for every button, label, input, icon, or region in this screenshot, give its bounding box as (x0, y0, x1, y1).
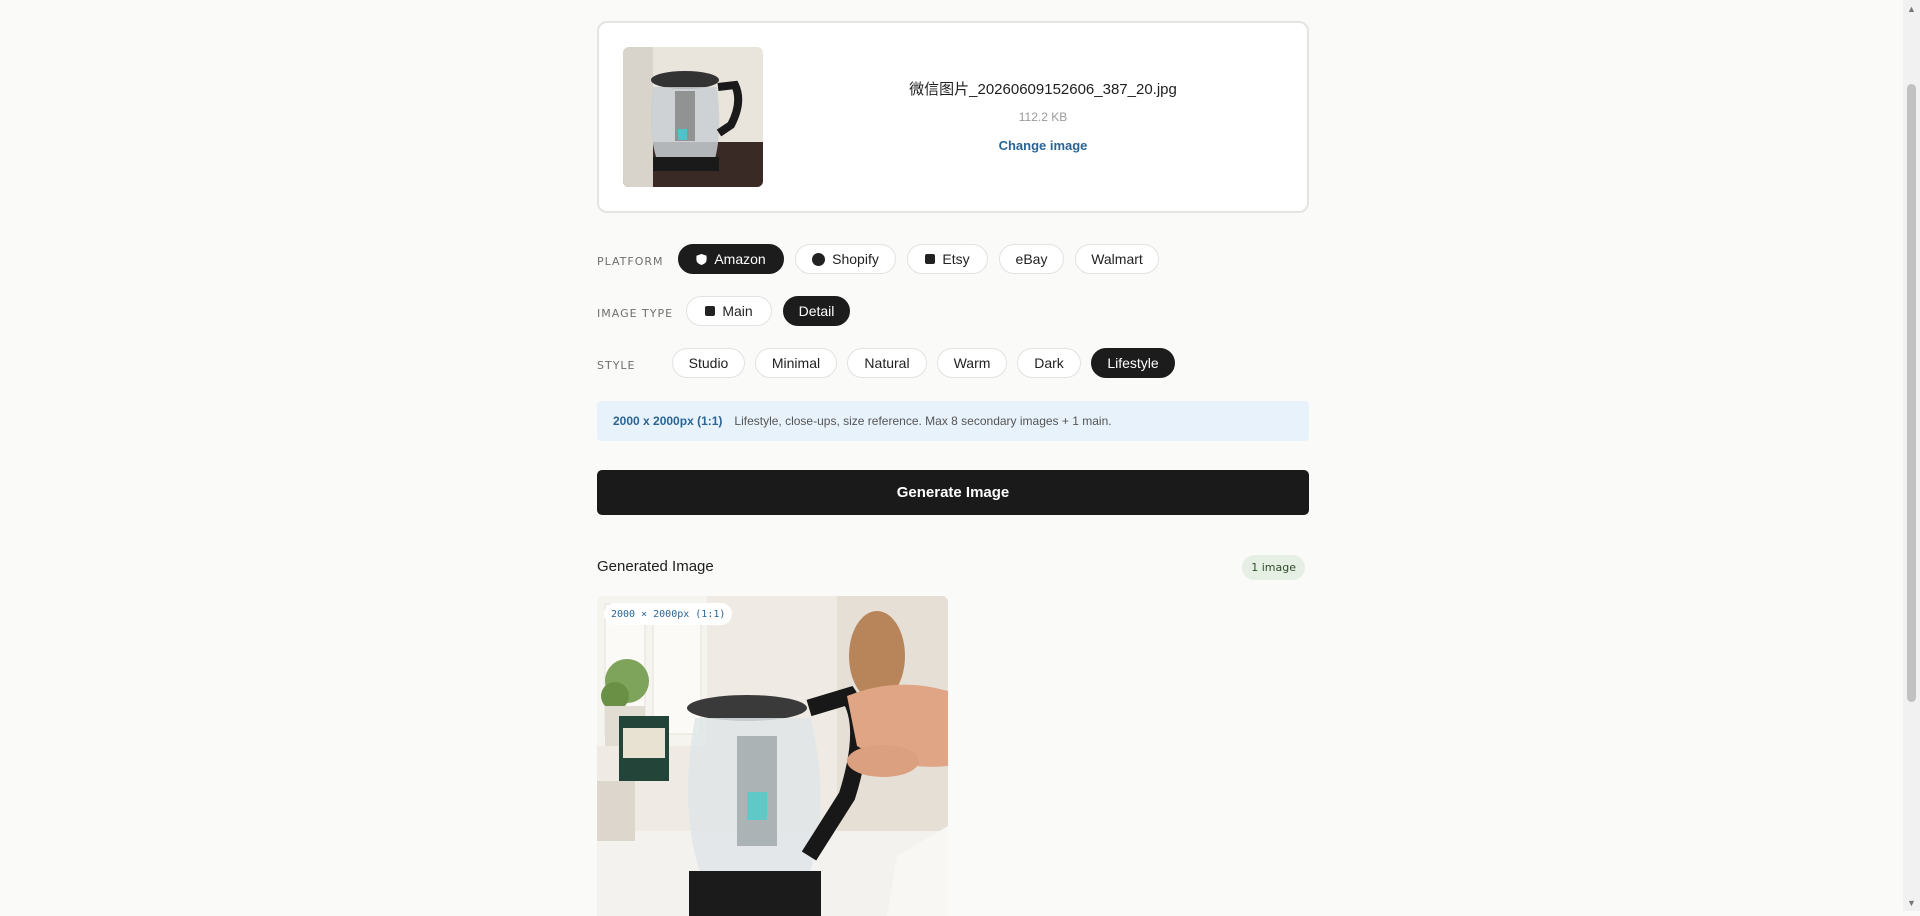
image-type-main-chip[interactable]: Main (686, 296, 772, 326)
square-icon (705, 306, 716, 316)
file-meta: 微信图片_20260609152606_387_20.jpg 112.2 KB … (779, 78, 1307, 155)
style-studio-chip[interactable]: Studio (672, 348, 745, 378)
square-icon (925, 254, 936, 264)
spec-info-box: 2000 x 2000px (1:1) Lifestyle, close-ups… (597, 401, 1309, 441)
image-type-detail-chip[interactable]: Detail (783, 296, 850, 326)
platform-amazon-label: Amazon (714, 251, 766, 267)
platform-etsy-label: Etsy (942, 251, 970, 267)
page-scrollbar[interactable]: ▲ ▼ (1903, 0, 1920, 911)
generated-size-tag: 2000 × 2000px (1:1) (604, 603, 733, 625)
uploaded-image-thumbnail (623, 47, 763, 187)
style-warm-label: Warm (953, 355, 991, 371)
circle-icon (812, 252, 826, 266)
image-type-label: IMAGE TYPE (597, 306, 674, 320)
style-natural-chip[interactable]: Natural (847, 348, 927, 378)
style-natural-label: Natural (864, 355, 910, 371)
style-lifestyle-label: Lifestyle (1107, 355, 1159, 371)
scroll-down-icon[interactable]: ▼ (1903, 894, 1920, 911)
platform-ebay-chip[interactable]: eBay (999, 244, 1064, 274)
platform-amazon-chip[interactable]: Amazon (678, 244, 784, 274)
platform-walmart-label: Walmart (1091, 251, 1143, 267)
image-type-detail-label: Detail (798, 303, 835, 319)
style-label: STYLE (597, 358, 636, 372)
spec-dimensions: 2000 x 2000px (1:1) (613, 414, 723, 428)
style-minimal-label: Minimal (771, 355, 821, 371)
image-type-row: IMAGE TYPE Main Detail (597, 296, 1309, 330)
platform-shopify-label: Shopify (832, 251, 879, 267)
style-minimal-chip[interactable]: Minimal (755, 348, 837, 378)
image-count-badge: 1 image (1242, 555, 1305, 580)
platform-shopify-chip[interactable]: Shopify (795, 244, 896, 274)
style-studio-label: Studio (688, 355, 729, 371)
spec-description: Lifestyle, close-ups, size reference. Ma… (734, 414, 1112, 428)
platform-etsy-chip[interactable]: Etsy (907, 244, 988, 274)
change-image-link[interactable]: Change image (999, 138, 1088, 153)
file-size: 112.2 KB (1018, 110, 1068, 124)
style-dark-label: Dark (1034, 355, 1064, 371)
style-lifestyle-chip[interactable]: Lifestyle (1091, 348, 1175, 378)
platform-ebay-label: eBay (1015, 251, 1048, 267)
generated-section-title: Generated Image (597, 558, 714, 575)
style-warm-chip[interactable]: Warm (937, 348, 1007, 378)
platform-label: PLATFORM (597, 254, 664, 268)
platform-walmart-chip[interactable]: Walmart (1075, 244, 1159, 274)
style-dark-chip[interactable]: Dark (1017, 348, 1081, 378)
scroll-thumb[interactable] (1907, 84, 1916, 702)
image-type-main-label: Main (722, 303, 753, 319)
upload-card: 微信图片_20260609152606_387_20.jpg 112.2 KB … (597, 21, 1309, 213)
platform-row: PLATFORM Amazon Shopify Etsy eBay Walmar… (597, 244, 1309, 278)
generate-image-button[interactable]: Generate Image (597, 470, 1309, 515)
shield-icon (696, 253, 707, 265)
generated-image-card[interactable]: 2000 × 2000px (1:1) (597, 596, 948, 916)
style-row: STYLE Studio Minimal Natural Warm Dark L… (597, 348, 1309, 382)
generated-image (597, 596, 948, 916)
file-name: 微信图片_20260609152606_387_20.jpg (909, 81, 1177, 98)
scroll-up-icon[interactable]: ▲ (1903, 0, 1920, 17)
